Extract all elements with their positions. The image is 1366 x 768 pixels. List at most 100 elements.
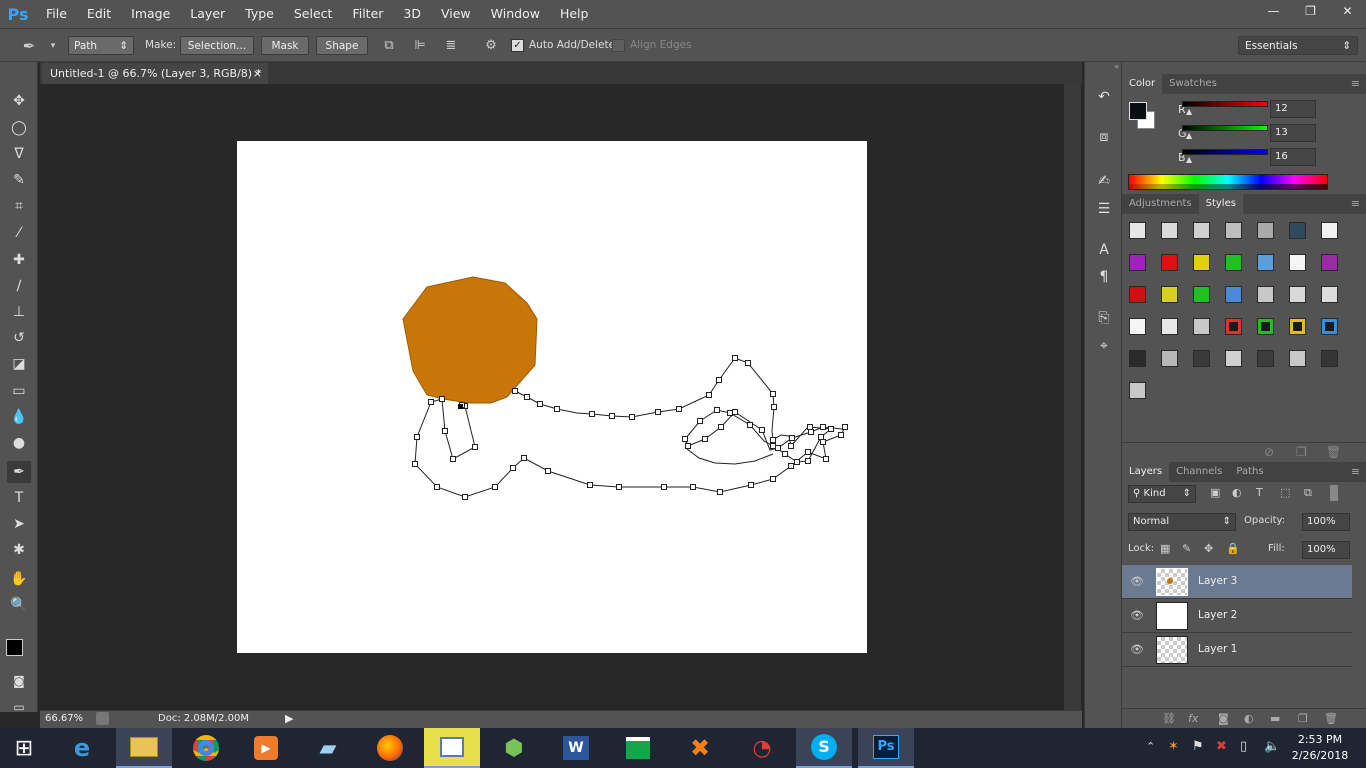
lock-position-icon[interactable]: ✥ xyxy=(1204,542,1213,555)
anchor-point[interactable] xyxy=(770,437,776,443)
anchor-point[interactable] xyxy=(788,463,794,469)
flag-icon[interactable]: ⚑ xyxy=(1192,739,1204,754)
firefox-icon[interactable] xyxy=(362,728,418,768)
delete-layer-icon[interactable]: 🗑 xyxy=(1324,712,1338,725)
add-mask-icon[interactable]: ◙ xyxy=(1218,712,1229,725)
type-tool-icon[interactable]: T xyxy=(7,487,31,509)
path-alignment-icon[interactable]: ⊫ xyxy=(411,37,429,55)
lasso-tool-icon[interactable]: ᐁ xyxy=(7,143,31,165)
store-icon[interactable] xyxy=(610,728,666,768)
blend-mode-select[interactable]: Normal ⇕ xyxy=(1128,513,1236,531)
anchor-point[interactable] xyxy=(412,461,418,467)
skype-icon[interactable]: S xyxy=(796,728,852,768)
blue-value[interactable]: 16 xyxy=(1270,148,1316,166)
selected-anchor-point[interactable] xyxy=(458,404,463,409)
red-value[interactable]: 12 xyxy=(1270,100,1316,118)
anchor-point[interactable] xyxy=(820,424,826,430)
xampp-icon[interactable]: ✖ xyxy=(672,728,728,768)
eye-icon[interactable]: 👁 xyxy=(1130,609,1144,622)
anchor-point[interactable] xyxy=(838,432,844,438)
anchor-point[interactable] xyxy=(428,399,434,405)
green-value[interactable]: 13 xyxy=(1270,124,1316,142)
tab-swatches[interactable]: Swatches xyxy=(1162,74,1224,94)
quick-mask-icon[interactable]: ◙ xyxy=(7,670,31,692)
anchor-point[interactable] xyxy=(823,456,829,462)
history-panel-icon[interactable]: ↶ xyxy=(1093,86,1115,108)
anchor-point[interactable] xyxy=(820,439,826,445)
style-swatch[interactable] xyxy=(1161,350,1178,367)
windows-start-icon[interactable]: ⊞ xyxy=(0,728,48,768)
move-tool-icon[interactable]: ✥ xyxy=(7,90,31,112)
filter-adjustment-icon[interactable]: ◐ xyxy=(1232,486,1242,499)
hand-tool-icon[interactable]: ✋ xyxy=(7,568,31,590)
style-swatch[interactable] xyxy=(1161,222,1178,239)
opacity-value[interactable]: 100% xyxy=(1302,513,1350,531)
anchor-point[interactable] xyxy=(521,455,527,461)
style-swatch[interactable] xyxy=(1161,254,1178,271)
menu-help[interactable]: Help xyxy=(550,0,599,28)
anchor-point[interactable] xyxy=(747,422,753,428)
style-swatch[interactable] xyxy=(1257,222,1274,239)
anchor-point[interactable] xyxy=(732,409,738,415)
anchor-point[interactable] xyxy=(442,428,448,434)
media-player-icon[interactable]: ▶ xyxy=(238,728,294,768)
anchor-point[interactable] xyxy=(524,394,530,400)
style-swatch[interactable] xyxy=(1257,350,1274,367)
menu-edit[interactable]: Edit xyxy=(77,0,121,28)
anchor-point[interactable] xyxy=(788,443,794,449)
style-swatch[interactable] xyxy=(1321,254,1338,271)
anchor-point[interactable] xyxy=(655,409,661,415)
crop-tool-icon[interactable]: ⌗ xyxy=(7,195,31,217)
filter-pixel-icon[interactable]: ▣ xyxy=(1210,486,1220,499)
screen-mode-icon[interactable]: ▭ xyxy=(7,696,31,718)
anchor-point[interactable] xyxy=(609,413,615,419)
anchor-point[interactable] xyxy=(554,406,560,412)
style-swatch[interactable] xyxy=(1225,350,1242,367)
clone-source-icon[interactable]: ⎘ xyxy=(1093,307,1115,329)
style-swatch[interactable] xyxy=(1289,254,1306,271)
menu-filter[interactable]: Filter xyxy=(342,0,393,28)
style-swatch[interactable] xyxy=(1225,318,1242,335)
battery-icon[interactable]: ▯ xyxy=(1240,739,1247,754)
anchor-point[interactable] xyxy=(770,443,776,449)
anchor-point[interactable] xyxy=(589,411,595,417)
word-icon[interactable]: W xyxy=(548,728,604,768)
custom-shape-tool-icon[interactable]: ✱ xyxy=(7,539,31,561)
anchor-point[interactable] xyxy=(808,429,814,435)
style-swatch[interactable] xyxy=(1257,254,1274,271)
anchor-point[interactable] xyxy=(690,484,696,490)
anchor-point[interactable] xyxy=(414,434,420,440)
style-swatch[interactable] xyxy=(1321,318,1338,335)
style-swatch[interactable] xyxy=(1193,350,1210,367)
anchor-point[interactable] xyxy=(828,426,834,432)
internet-explorer-icon[interactable]: e xyxy=(54,728,110,768)
style-swatch[interactable] xyxy=(1193,254,1210,271)
anchor-point[interactable] xyxy=(685,443,691,449)
new-style-icon[interactable]: ❐ xyxy=(1296,445,1307,459)
anchor-point[interactable] xyxy=(794,459,800,465)
eye-icon[interactable]: 👁 xyxy=(1130,643,1144,656)
anchor-point[interactable] xyxy=(661,484,667,490)
style-swatch[interactable] xyxy=(1289,222,1306,239)
style-swatch[interactable] xyxy=(1193,286,1210,303)
tab-paths[interactable]: Paths xyxy=(1229,462,1270,482)
anchor-point[interactable] xyxy=(434,484,440,490)
anchor-point[interactable] xyxy=(716,377,722,383)
anchor-point[interactable] xyxy=(545,468,551,474)
anchor-point[interactable] xyxy=(759,427,765,433)
paragraph-panel-icon[interactable]: ¶ xyxy=(1093,266,1115,288)
lock-all-icon[interactable]: 🔒 xyxy=(1226,542,1240,555)
clock-date[interactable]: 2/26/2018 xyxy=(1288,749,1352,762)
anchor-point[interactable] xyxy=(450,456,456,462)
style-swatch[interactable] xyxy=(1161,286,1178,303)
red-slider-track[interactable] xyxy=(1182,101,1268,107)
tab-styles[interactable]: Styles xyxy=(1198,194,1243,214)
style-swatch[interactable] xyxy=(1129,318,1146,335)
style-swatch[interactable] xyxy=(1289,318,1306,335)
tab-layers[interactable]: Layers xyxy=(1122,462,1170,482)
document-tab[interactable]: Untitled-1 @ 66.7% (Layer 3, RGB/8) * × xyxy=(42,63,268,84)
anchor-point[interactable] xyxy=(770,476,776,482)
style-swatch[interactable] xyxy=(1289,286,1306,303)
status-arrow-icon[interactable]: ▶ xyxy=(285,712,293,725)
anchor-point[interactable] xyxy=(745,360,751,366)
